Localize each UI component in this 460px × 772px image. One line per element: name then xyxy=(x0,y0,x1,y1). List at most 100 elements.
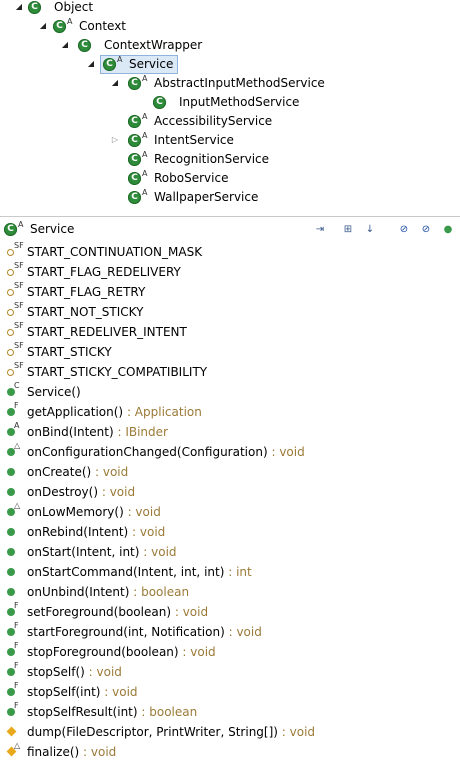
member-row[interactable]: FsetForeground(boolean) : void xyxy=(0,601,460,622)
static-field-icon xyxy=(7,249,14,256)
member-return-type: : void xyxy=(277,725,316,739)
member-row[interactable]: SF START_STICKY xyxy=(0,341,460,362)
member-label: onConfigurationChanged(Configuration) : … xyxy=(27,442,305,462)
public-member-icon xyxy=(7,568,15,576)
member-modifier: A xyxy=(14,421,20,430)
member-row[interactable]: onStartCommand(Intent, int, int) : int xyxy=(0,562,460,582)
member-name: onBind(Intent) xyxy=(27,425,114,439)
member-modifier: F xyxy=(14,661,19,670)
class-icon xyxy=(128,172,141,185)
member-label: START_STICKY xyxy=(27,342,112,362)
expand-arrow-icon[interactable]: ◢ xyxy=(38,21,48,31)
member-name: stopSelf() xyxy=(27,665,85,679)
member-label: stopSelf(int) : void xyxy=(27,682,138,702)
member-modifier: SF xyxy=(14,281,24,290)
member-return-type: : void xyxy=(267,445,305,459)
expand-arrow-icon[interactable]: ◢ xyxy=(110,78,120,88)
static-field-icon xyxy=(7,269,14,276)
member-row[interactable]: FstartForeground(int, Notification) : vo… xyxy=(0,621,460,642)
member-return-type: : boolean xyxy=(137,705,198,719)
tree-node-label: RecognitionService xyxy=(154,152,270,166)
member-row[interactable]: SF START_CONTINUATION_MASK xyxy=(0,241,460,262)
class-icon xyxy=(128,191,141,204)
member-modifier: F xyxy=(14,641,19,650)
collapsed-arrow-icon[interactable]: ▷ xyxy=(110,135,120,145)
abstract-modifier: A xyxy=(142,150,148,159)
tree-node-label: Object xyxy=(54,0,94,14)
member-row[interactable]: onDestroy() : void xyxy=(0,482,460,502)
member-return-type: : Application xyxy=(123,405,202,419)
member-row[interactable]: onRebind(Intent) : void xyxy=(0,522,460,542)
abstract-modifier: A xyxy=(142,74,148,83)
member-row[interactable]: SF START_NOT_STICKY xyxy=(0,301,460,322)
member-row[interactable]: SF START_FLAG_RETRY xyxy=(0,281,460,302)
member-return-type: : boolean xyxy=(129,585,190,599)
member-row[interactable]: FstopSelf() : void xyxy=(0,661,460,682)
member-row[interactable]: C Service() xyxy=(0,381,460,402)
hide-fields-icon[interactable]: ⊘ xyxy=(396,222,412,238)
member-label: START_FLAG_RETRY xyxy=(27,282,145,302)
member-name: onDestroy() xyxy=(27,485,99,499)
member-name: finalize() xyxy=(27,745,80,759)
member-row[interactable]: onUnbind(Intent) : boolean xyxy=(0,582,460,602)
member-modifier: F xyxy=(14,401,19,410)
public-member-icon xyxy=(7,468,15,476)
member-row[interactable]: SF START_REDELIVER_INTENT xyxy=(0,321,460,342)
type-hierarchy-tree: ◢ Object ◢ A Context ◢ ContextWrapper ◢ … xyxy=(0,0,460,210)
member-row[interactable]: △ onConfigurationChanged(Configuration) :… xyxy=(0,441,460,462)
member-label: onStart(Intent, int) : void xyxy=(27,542,177,562)
member-modifier: F xyxy=(14,621,19,630)
member-name: onStart(Intent, int) xyxy=(27,545,140,559)
pane-divider[interactable] xyxy=(0,216,460,217)
abstract-modifier: A xyxy=(117,55,123,64)
member-name: START_REDELIVER_INTENT xyxy=(27,325,187,339)
member-row[interactable]: AonBind(Intent) : IBinder xyxy=(0,421,460,442)
member-label: setForeground(boolean) : void xyxy=(27,602,208,622)
member-modifier: △ xyxy=(14,501,21,510)
focus-icon[interactable]: ⇥ xyxy=(312,222,328,238)
member-name: onStartCommand(Intent, int, int) xyxy=(27,565,225,579)
member-label: finalize() : void xyxy=(27,742,116,762)
member-label: onDestroy() : void xyxy=(27,482,135,502)
member-modifier: SF xyxy=(14,341,24,350)
expand-arrow-icon[interactable]: ◢ xyxy=(86,59,96,69)
abstract-modifier: A xyxy=(142,169,148,178)
static-field-icon xyxy=(7,349,14,356)
member-row[interactable]: FgetApplication() : Application xyxy=(0,401,460,422)
member-row[interactable]: FstopForeground(boolean) : void xyxy=(0,641,460,662)
hide-static-icon[interactable]: ⊘ xyxy=(418,222,434,238)
member-row[interactable]: onStart(Intent, int) : void xyxy=(0,542,460,562)
member-row[interactable]: SF START_STICKY_COMPATIBILITY xyxy=(0,361,460,382)
public-member-icon xyxy=(7,528,15,536)
hierarchy-mode-icon[interactable]: ⊞ xyxy=(340,222,356,238)
member-name: START_FLAG_RETRY xyxy=(27,285,146,299)
member-row[interactable]: FstopSelf(int) : void xyxy=(0,681,460,702)
member-row[interactable]: △ onLowMemory() : void xyxy=(0,501,460,522)
sort-icon[interactable]: ↓ xyxy=(362,222,378,238)
member-row[interactable]: onCreate() : void xyxy=(0,462,460,482)
member-row[interactable]: FstopSelfResult(int) : boolean xyxy=(0,701,460,722)
member-return-type: : void xyxy=(98,485,136,499)
member-return-type: : void xyxy=(91,465,129,479)
member-row[interactable]: dump(FileDescriptor, PrintWriter, String… xyxy=(0,722,460,742)
tree-node-label: InputMethodService xyxy=(179,95,300,109)
member-label: onLowMemory() : void xyxy=(27,502,161,522)
member-modifier: SF xyxy=(14,241,24,250)
member-return-type: : void xyxy=(84,665,122,679)
member-modifier: SF xyxy=(14,361,24,370)
member-return-type: : void xyxy=(123,505,161,519)
class-icon xyxy=(128,115,141,128)
class-icon xyxy=(4,223,17,236)
member-modifier: △ xyxy=(14,441,21,450)
member-label: stopForeground(boolean) : void xyxy=(27,642,216,662)
member-row[interactable]: △ finalize() : void xyxy=(0,741,460,762)
member-row[interactable]: SF START_FLAG_REDELIVERY xyxy=(0,261,460,282)
member-label: startForeground(int, Notification) : voi… xyxy=(27,622,262,642)
member-label: Service() xyxy=(27,382,81,402)
expand-arrow-icon[interactable]: ◢ xyxy=(14,2,24,12)
expand-arrow-icon[interactable]: ◢ xyxy=(60,40,70,50)
hide-nonpublic-icon[interactable]: ● xyxy=(440,222,456,238)
member-modifier: SF xyxy=(14,261,24,270)
class-icon xyxy=(53,20,66,33)
member-label: START_FLAG_REDELIVERY xyxy=(27,262,181,282)
